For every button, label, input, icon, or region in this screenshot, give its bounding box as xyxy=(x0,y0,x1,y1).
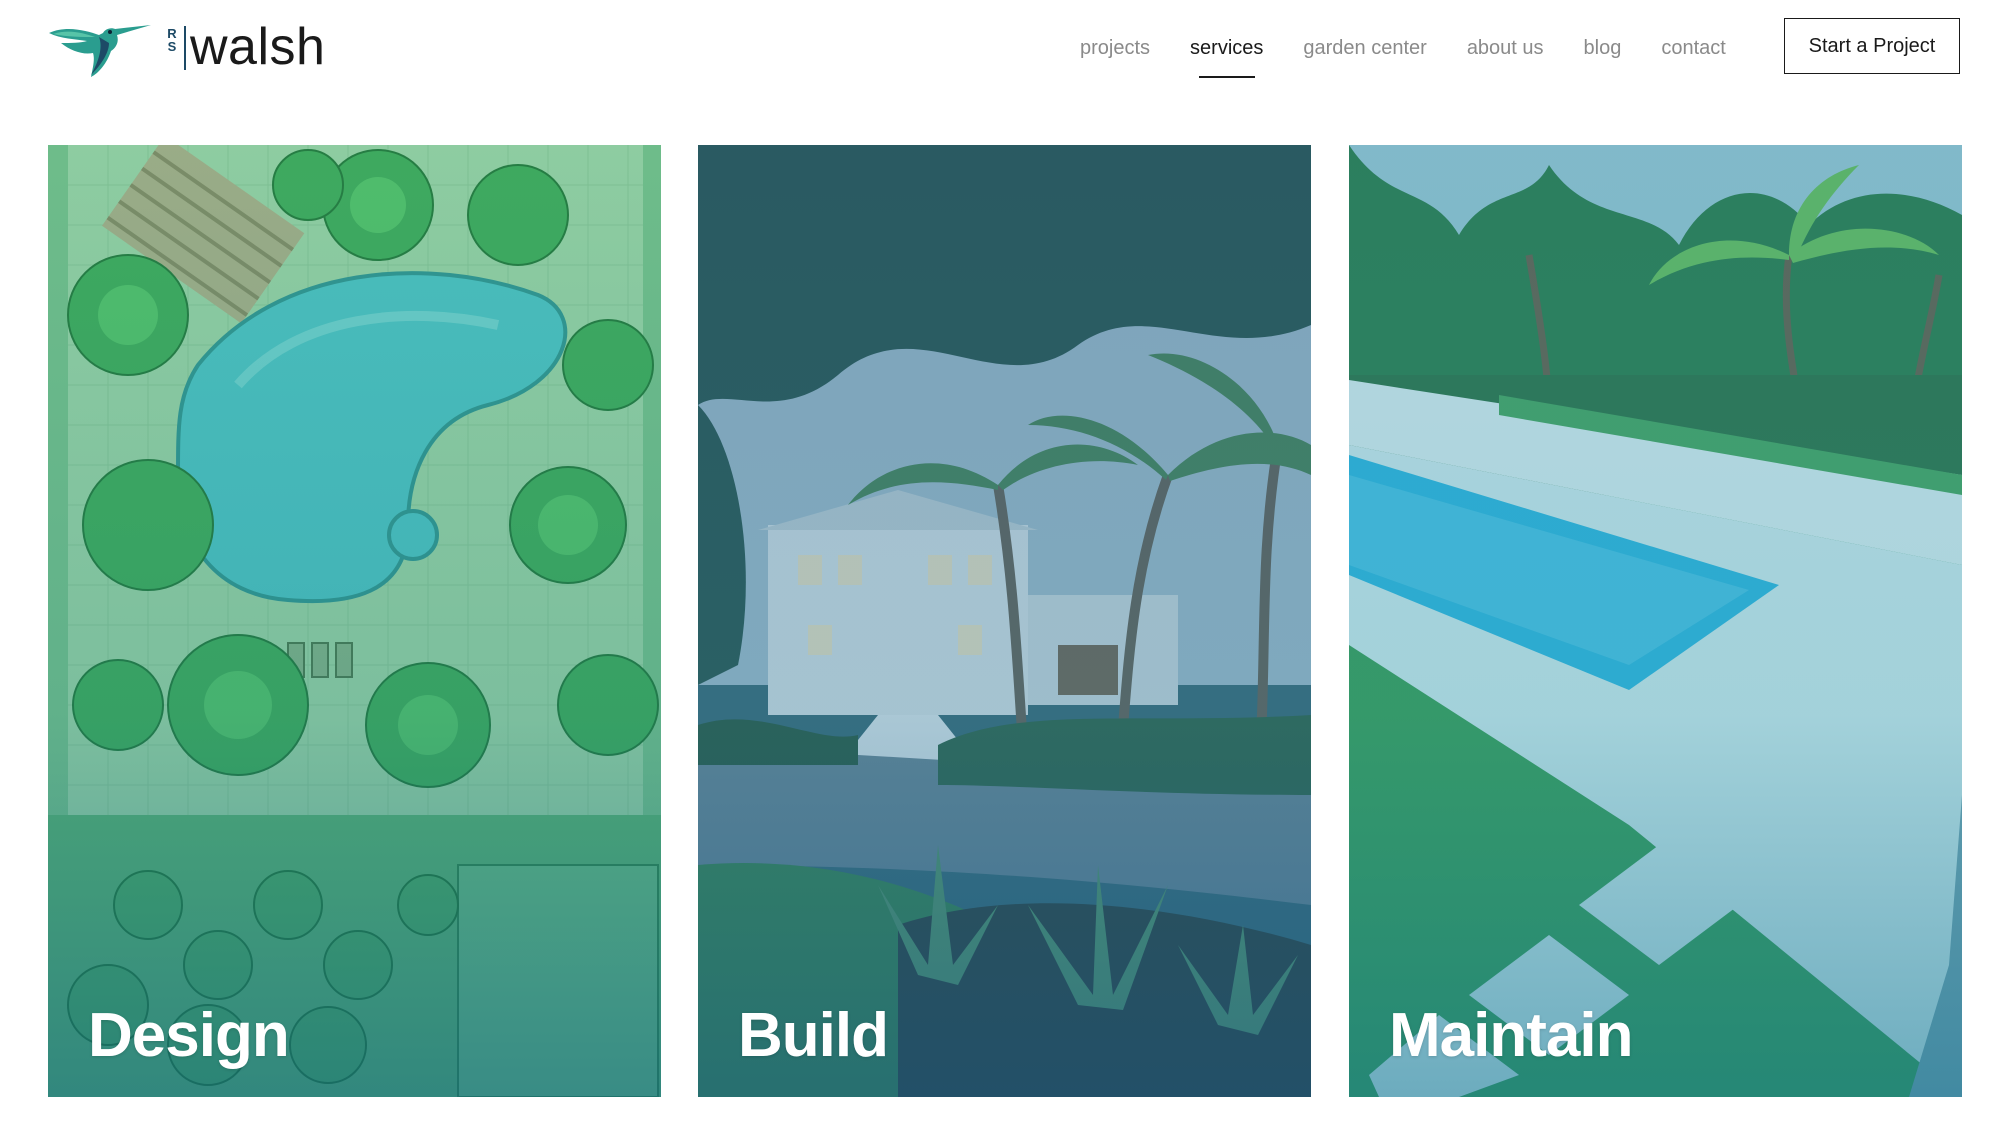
service-label-maintain: Maintain xyxy=(1389,1001,1633,1070)
nav-about-us[interactable]: about us xyxy=(1467,30,1544,70)
logo-wordmark: walsh xyxy=(190,18,326,76)
build-overlay xyxy=(698,145,1311,1097)
logo[interactable]: R S walsh xyxy=(47,17,325,77)
hummingbird-icon xyxy=(49,25,151,77)
service-card-maintain[interactable]: Maintain xyxy=(1349,145,1962,1097)
service-card-design[interactable]: Design xyxy=(48,145,661,1097)
design-overlay xyxy=(48,145,661,1097)
service-label-build: Build xyxy=(738,1001,889,1070)
service-card-build[interactable]: Build xyxy=(698,145,1311,1097)
logo-initials: R S xyxy=(165,27,179,53)
nav-contact[interactable]: contact xyxy=(1661,30,1725,70)
logo-initial-s: S xyxy=(167,39,177,54)
service-label-design: Design xyxy=(88,1001,290,1070)
nav-projects[interactable]: projects xyxy=(1080,30,1150,70)
logo-divider xyxy=(184,26,186,70)
maintain-overlay xyxy=(1349,145,1962,1097)
site-header: R S walsh projects services garden cente… xyxy=(0,0,2000,100)
nav-garden-center[interactable]: garden center xyxy=(1303,30,1426,70)
start-project-button[interactable]: Start a Project xyxy=(1784,18,1960,74)
main-nav: projects services garden center about us… xyxy=(1080,30,1766,70)
nav-blog[interactable]: blog xyxy=(1584,30,1622,70)
nav-services[interactable]: services xyxy=(1190,30,1263,70)
